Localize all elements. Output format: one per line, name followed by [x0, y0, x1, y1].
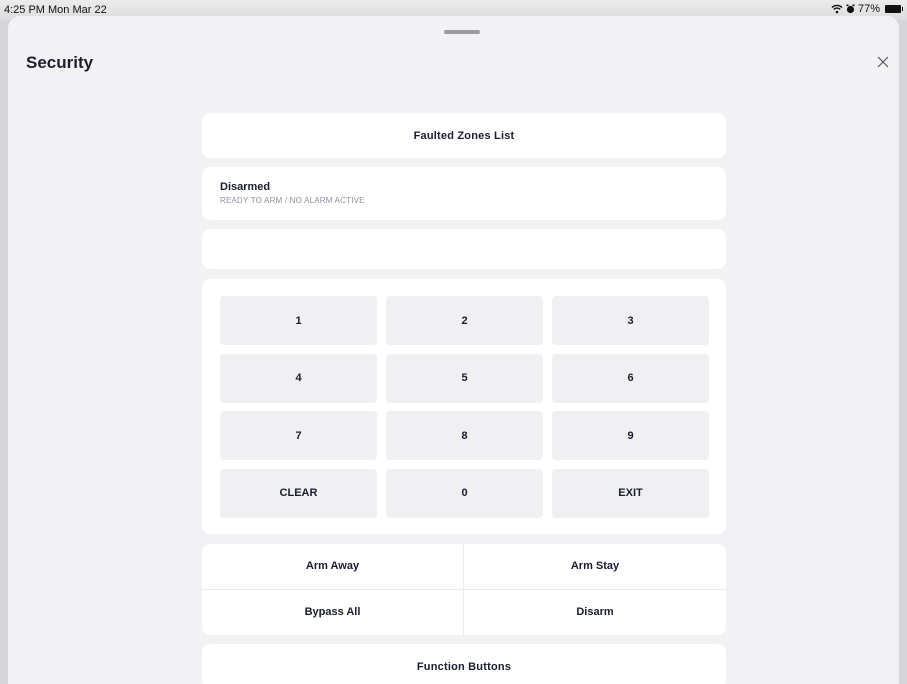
keypad-key-2[interactable]: 2 [386, 296, 543, 345]
keypad-key-7[interactable]: 7 [220, 411, 377, 460]
keypad: 1 2 3 4 5 6 7 8 9 CLEAR 0 EXIT [202, 279, 726, 534]
arm-stay-button[interactable]: Arm Stay [464, 544, 726, 590]
arm-actions: Arm Away Arm Stay Bypass All Disarm [202, 544, 726, 635]
status-indicators: 77% [831, 3, 903, 15]
battery-icon [885, 5, 903, 13]
alarm-clock-icon [846, 4, 855, 14]
page-title: Security [26, 53, 94, 72]
close-icon [877, 56, 889, 68]
battery-percent: 77% [857, 3, 880, 15]
security-sheet: Security Faulted Zones List Disarmed REA… [8, 16, 899, 684]
code-display [202, 229, 726, 269]
bypass-all-button[interactable]: Bypass All [202, 589, 464, 635]
function-buttons-button[interactable]: Function Buttons [202, 644, 726, 684]
keypad-key-9[interactable]: 9 [552, 411, 709, 460]
keypad-key-4[interactable]: 4 [220, 353, 377, 403]
alarm-status-title: Disarmed [220, 181, 271, 193]
keypad-key-5[interactable]: 5 [386, 353, 543, 403]
close-button[interactable] [873, 52, 893, 72]
faulted-zones-label: Faulted Zones List [413, 129, 515, 142]
keypad-key-1[interactable]: 1 [220, 296, 377, 345]
sheet-grabber-handle[interactable] [444, 30, 480, 34]
alarm-status-card: Disarmed READY TO ARM / NO ALARM ACTIVE [202, 167, 726, 220]
status-time: 4:25 PM Mon Mar 22 [4, 4, 107, 16]
keypad-exit-button[interactable]: EXIT [552, 468, 709, 518]
function-buttons-label: Function Buttons [416, 660, 512, 673]
alarm-status-subtitle: READY TO ARM / NO ALARM ACTIVE [220, 196, 365, 205]
keypad-key-8[interactable]: 8 [386, 411, 543, 460]
faulted-zones-list-button[interactable]: Faulted Zones List [202, 113, 726, 158]
disarm-button[interactable]: Disarm [464, 590, 726, 636]
wifi-icon [831, 4, 843, 14]
keypad-key-0[interactable]: 0 [386, 468, 543, 518]
keypad-clear-button[interactable]: CLEAR [220, 468, 377, 518]
arm-away-button[interactable]: Arm Away [202, 544, 464, 590]
keypad-key-3[interactable]: 3 [552, 296, 709, 345]
keypad-key-6[interactable]: 6 [552, 353, 709, 403]
